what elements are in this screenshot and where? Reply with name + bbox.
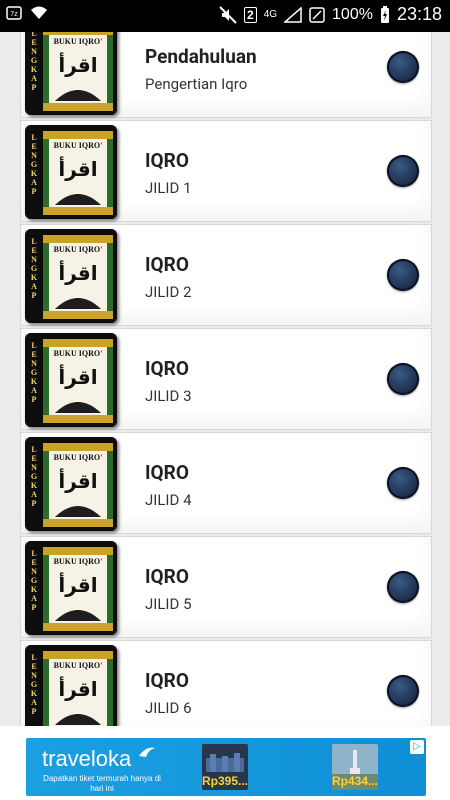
book-cover-thumbnail: L E N G K A P BUKU IQRO' اقرأ xyxy=(25,437,117,531)
book-cover-thumbnail: L E N G K A P BUKU IQRO' اقرأ xyxy=(25,333,117,427)
status-right: 2 4G 100% 23:18 xyxy=(219,4,442,25)
book-side-label: LENGKAP xyxy=(30,445,38,508)
book-title-label: BUKU IQRO' xyxy=(53,245,103,254)
book-title-label: BUKU IQRO' xyxy=(53,37,103,46)
select-radio[interactable] xyxy=(387,259,419,291)
book-side-label: LENGKAP xyxy=(30,341,38,404)
book-title-label: BUKU IQRO' xyxy=(53,661,103,670)
book-title-label: BUKU IQRO' xyxy=(53,141,103,150)
ad-deal-card-2[interactable]: Rp434... xyxy=(332,744,378,790)
item-subtitle: JILID 5 xyxy=(145,595,192,613)
svg-text:7z: 7z xyxy=(10,11,18,18)
arabic-title-label: اقرأ xyxy=(58,469,98,493)
list-item-jilid-6[interactable]: L E N G K A P BUKU IQRO' اقرأ IQRO JILID 6 xyxy=(20,640,432,726)
list-item-jilid-5[interactable]: L E N G K A P BUKU IQRO' اقرأ IQRO JILID 5 xyxy=(20,536,432,638)
book-side-label: LENGKAP xyxy=(30,32,38,92)
ad-tagline: Dapatkan tiket termurah hanya di hari in… xyxy=(43,774,161,793)
arabic-title-label: اقرأ xyxy=(58,53,98,77)
item-subtitle: JILID 6 xyxy=(145,699,192,717)
list-item-jilid-3[interactable]: L E N G K A P BUKU IQRO' اقرأ IQRO JILID 3 xyxy=(20,328,432,430)
select-radio[interactable] xyxy=(387,571,419,603)
book-side-label: LENGKAP xyxy=(30,653,38,716)
item-title: IQRO xyxy=(145,253,189,276)
book-cover-thumbnail: L E N G K A P BUKU IQRO' اقرأ xyxy=(25,645,117,726)
arabic-title-label: اقرأ xyxy=(58,261,98,285)
battery-percent: 100% xyxy=(332,5,373,23)
item-subtitle: JILID 2 xyxy=(145,283,192,301)
ad-brand-logo: traveloka xyxy=(42,746,132,771)
wifi-icon xyxy=(31,6,47,19)
item-subtitle: JILID 1 xyxy=(145,179,192,197)
item-title: IQRO xyxy=(145,461,189,484)
ad-price-2: Rp434... xyxy=(332,774,378,788)
arabic-title-label: اقرأ xyxy=(58,573,98,597)
item-title: IQRO xyxy=(145,565,189,588)
list-item-jilid-2[interactable]: L E N G K A P BUKU IQRO' اقرأ IQRO JILID 2 xyxy=(20,224,432,326)
select-radio[interactable] xyxy=(387,51,419,83)
book-cover-thumbnail: L E N G K A P BUKU IQRO' اقرأ xyxy=(25,229,117,323)
book-title-label: BUKU IQRO' xyxy=(53,349,103,358)
item-title: IQRO xyxy=(145,149,189,172)
book-cover-thumbnail: L E N G K A P BUKU IQRO' اقرأ xyxy=(25,125,117,219)
item-subtitle: JILID 3 xyxy=(145,387,192,405)
book-side-label: LENGKAP xyxy=(30,237,38,300)
item-title: Pendahuluan xyxy=(145,45,257,68)
book-side-label: LENGKAP xyxy=(30,133,38,196)
signal-icon xyxy=(284,6,302,23)
list-item-jilid-4[interactable]: L E N G K A P BUKU IQRO' اقرأ IQRO JILID 4 xyxy=(20,432,432,534)
ad-price-1: Rp395... xyxy=(202,774,248,788)
status-bar: 7z 2 4G 100% 23:18 xyxy=(0,0,450,32)
mute-icon xyxy=(219,5,237,24)
select-radio[interactable] xyxy=(387,675,419,707)
book-side-label: LENGKAP xyxy=(30,549,38,612)
select-radio[interactable] xyxy=(387,155,419,187)
iqro-list[interactable]: L E N G K A P BUKU IQRO' اقرأ Pendahuluan Penger… xyxy=(0,32,450,726)
no-sim-signal-icon xyxy=(309,6,325,23)
ad-banner[interactable]: traveloka Dapatkan tiket termurah hanya … xyxy=(26,738,426,796)
arabic-title-label: اقرأ xyxy=(58,157,98,181)
item-title: IQRO xyxy=(145,669,189,692)
sim-slot-badge: 2 xyxy=(244,6,257,23)
clock: 23:18 xyxy=(396,4,442,24)
item-subtitle: JILID 4 xyxy=(145,491,192,509)
ad-choices-icon[interactable]: ▷ xyxy=(410,740,424,754)
book-title-label: BUKU IQRO' xyxy=(53,453,103,462)
battery-charging-icon xyxy=(380,5,389,23)
arabic-title-label: اقرأ xyxy=(58,677,98,701)
status-left: 7z xyxy=(6,6,48,20)
book-cover-thumbnail: L E N G K A P BUKU IQRO' اقرأ xyxy=(25,541,117,635)
app-notification-icon: 7z xyxy=(6,6,22,20)
network-type: 4G xyxy=(263,8,278,20)
arabic-title-label: اقرأ xyxy=(58,365,98,389)
list-item-jilid-1[interactable]: L E N G K A P BUKU IQRO' اقرأ IQRO JILID 1 xyxy=(20,120,432,222)
select-radio[interactable] xyxy=(387,467,419,499)
list-item-pendahuluan[interactable]: L E N G K A P BUKU IQRO' اقرأ Pendahuluan Penger… xyxy=(20,32,432,118)
ad-deal-card-1[interactable]: Rp395... xyxy=(202,744,248,790)
item-title: IQRO xyxy=(145,357,189,380)
bird-logo-icon xyxy=(139,747,155,757)
ad-area: traveloka Dapatkan tiket termurah hanya … xyxy=(0,726,450,800)
book-title-label: BUKU IQRO' xyxy=(53,557,103,566)
item-subtitle: Pengertian Iqro xyxy=(145,75,248,93)
select-radio[interactable] xyxy=(387,363,419,395)
book-cover-thumbnail: L E N G K A P BUKU IQRO' اقرأ xyxy=(25,32,117,115)
